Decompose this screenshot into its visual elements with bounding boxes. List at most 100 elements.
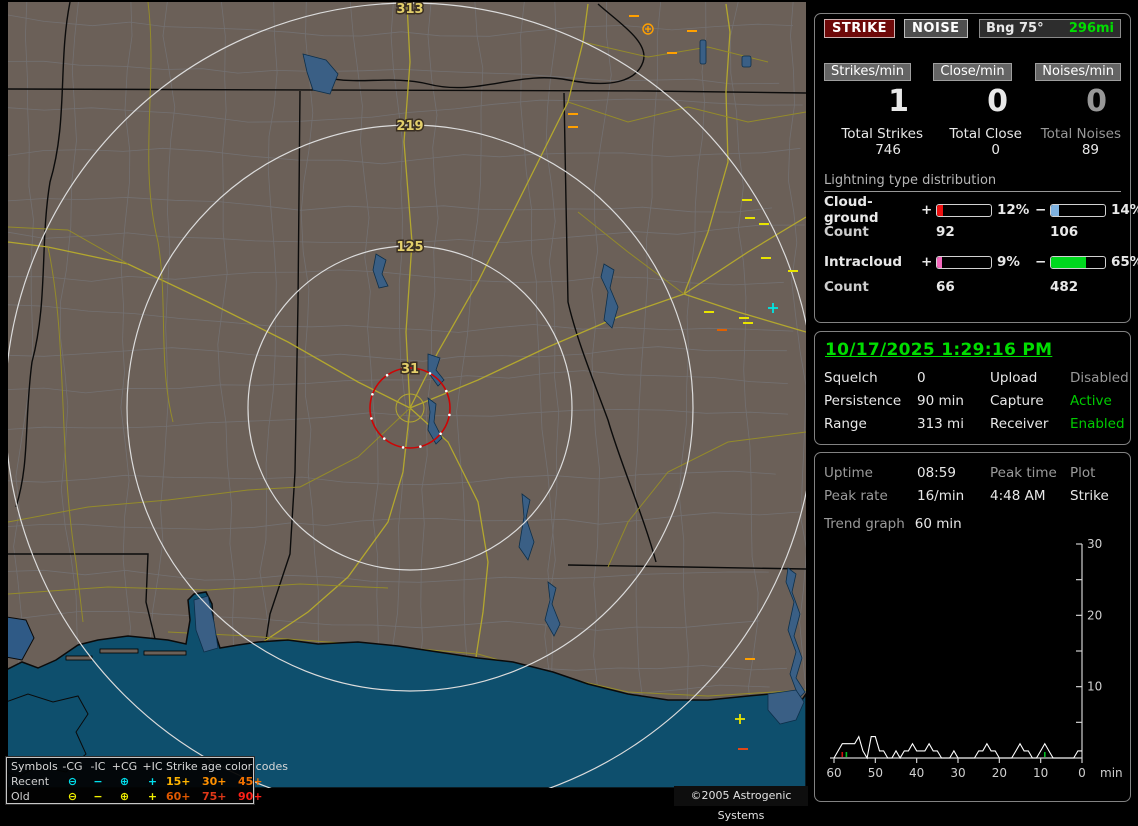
ring-label-219: 219 (396, 119, 423, 134)
map-legend: Symbols -CG -IC +CG +IC Strike age color… (6, 757, 254, 804)
ic-count-label: Count (824, 279, 921, 295)
cloud-ground-label: Cloud-ground (824, 194, 921, 226)
close-per-min-chip[interactable]: Close/min (933, 63, 1011, 81)
intracloud-label: Intracloud (824, 254, 921, 270)
svg-text:10: 10 (1033, 766, 1048, 780)
strike-toggle-button[interactable]: STRIKE (824, 19, 895, 38)
strikes-per-min-value: 1 (824, 85, 923, 119)
legend-age-code: 45+ (238, 774, 272, 789)
total-strikes-label: Total Strikes (824, 126, 923, 142)
plus-sign: + (921, 254, 936, 270)
cg-negative-pct: 14% (1106, 202, 1138, 218)
legend-col-nic: -IC (86, 759, 110, 774)
legend-col-pic: +IC (139, 759, 166, 774)
legend-age-code: 90+ (238, 789, 272, 804)
legend-age-code: 75+ (202, 789, 238, 804)
legend-age-header: Strike age color codes (166, 759, 272, 774)
range-value: 313 mi (917, 416, 990, 432)
cg-positive-pct: 12% (992, 202, 1035, 218)
cg-count-label: Count (824, 224, 921, 240)
upload-label: Upload (990, 370, 1070, 386)
legend-symbol-nic-icon: − (86, 774, 110, 789)
bearing-label: Bng 75° (986, 20, 1044, 37)
legend-symbol-ncg-icon: ⊖ (59, 774, 86, 789)
uptime-value: 08:59 (917, 465, 990, 481)
trend-graph: 1020306050403020100min (824, 536, 1124, 784)
svg-text:min: min (1100, 766, 1123, 780)
strike-map[interactable]: 31 125 219 313 (8, 2, 806, 788)
trend-graph-label: Trend graph (824, 516, 905, 532)
peak-time-value: 4:48 AM (990, 488, 1070, 504)
cg-negative-bar (1050, 204, 1106, 217)
ic-positive-count: 66 (936, 279, 992, 295)
legend-age-label: Old (11, 789, 59, 804)
legend-symbol-pcg-icon: ⊕ (110, 789, 139, 804)
legend-row-old: Old⊖−⊕+60+75+90+ (11, 789, 253, 804)
capture-status: Active (1070, 393, 1129, 409)
map-canvas: 31 125 219 313 (8, 2, 806, 788)
bearing-distance: 296mi (1069, 20, 1114, 37)
bearing-indicator[interactable]: Bng 75° 296mi (979, 19, 1121, 38)
trend-graph-window: 60 min (915, 516, 962, 532)
cg-negative-count: 106 (1050, 224, 1106, 240)
legend-age-code: 60+ (166, 789, 202, 804)
noises-per-min-chip[interactable]: Noises/min (1035, 63, 1121, 81)
capture-label: Capture (990, 393, 1070, 409)
svg-text:10: 10 (1087, 680, 1102, 694)
plot-label: Plot (1070, 465, 1121, 481)
copyright-text: ©2005 Astrogenic Systems (674, 786, 808, 806)
plus-sign: + (921, 202, 936, 218)
legend-age-label: Recent (11, 774, 59, 789)
legend-symbol-pic-icon: + (139, 774, 166, 789)
svg-text:60: 60 (826, 766, 841, 780)
svg-text:20: 20 (992, 766, 1007, 780)
ring-label-125: 125 (396, 240, 423, 255)
receiver-label: Receiver (990, 416, 1070, 432)
peak-rate-value: 16/min (917, 488, 990, 504)
noise-toggle-button[interactable]: NOISE (904, 19, 968, 38)
svg-text:30: 30 (950, 766, 965, 780)
ring-label-31: 31 (401, 362, 419, 377)
svg-text:20: 20 (1087, 608, 1102, 622)
legend-age-code: 15+ (166, 774, 202, 789)
legend-symbol-ncg-icon: ⊖ (59, 789, 86, 804)
strikes-per-min-chip[interactable]: Strikes/min (824, 63, 911, 81)
session-panel: Uptime 08:59 Peak time Plot Peak rate 16… (814, 452, 1131, 802)
ic-positive-pct: 9% (992, 254, 1035, 270)
legend-symbol-nic-icon: − (86, 789, 110, 804)
svg-text:50: 50 (868, 766, 883, 780)
svg-text:0: 0 (1078, 766, 1086, 780)
upload-status: Disabled (1070, 370, 1129, 386)
legend-col-pcg: +CG (110, 759, 139, 774)
counters-panel: STRIKE NOISE Bng 75° 296mi Strikes/min C… (814, 13, 1131, 323)
legend-age-code: 30+ (202, 774, 238, 789)
ring-label-313: 313 (396, 2, 423, 17)
receiver-status: Enabled (1070, 416, 1129, 432)
datetime-display: 10/17/2025 1:29:16 PM (824, 337, 1121, 366)
total-close-value: 0 (923, 142, 1022, 158)
persistence-label: Persistence (824, 393, 917, 409)
nexstorm-app: { "header": { "strike_label": "STRIKE", … (0, 0, 1138, 812)
legend-symbol-pcg-icon: ⊕ (110, 774, 139, 789)
persistence-value: 90 min (917, 393, 990, 409)
squelch-label: Squelch (824, 370, 917, 386)
distribution-title: Lightning type distribution (824, 173, 1121, 192)
plot-mode-value: Strike (1070, 488, 1121, 504)
range-label: Range (824, 416, 917, 432)
close-per-min-value: 0 (923, 85, 1022, 119)
cg-positive-bar (936, 204, 992, 217)
squelch-value: 0 (917, 370, 990, 386)
peak-time-label: Peak time (990, 465, 1070, 481)
ic-negative-bar (1050, 256, 1106, 269)
ic-negative-pct: 65% (1106, 254, 1138, 270)
uptime-label: Uptime (824, 465, 917, 481)
legend-col-ncg: -CG (59, 759, 86, 774)
legend-row-recent: Recent⊖−⊕+15+30+45+ (11, 774, 253, 789)
total-close-label: Total Close (923, 126, 1022, 142)
legend-symbol-pic-icon: + (139, 789, 166, 804)
minus-sign: − (1035, 202, 1050, 218)
svg-text:30: 30 (1087, 537, 1102, 551)
cg-positive-count: 92 (936, 224, 992, 240)
noises-per-min-value: 0 (1022, 85, 1121, 119)
minus-sign: − (1035, 254, 1050, 270)
